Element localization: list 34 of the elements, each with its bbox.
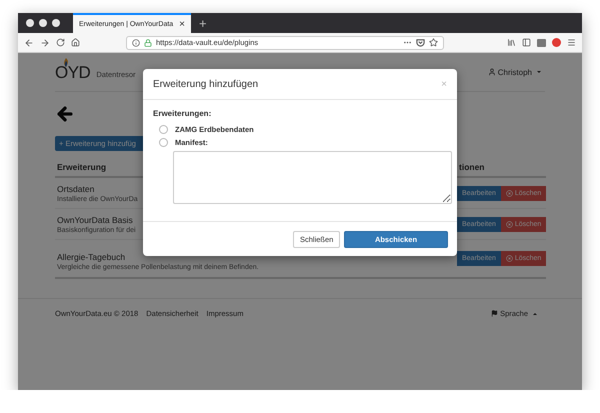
modal-title: Erweiterung hinzufügen [153, 78, 258, 90]
lock-icon [144, 38, 152, 46]
star-icon[interactable] [429, 38, 438, 47]
manifest-input-field[interactable] [173, 151, 452, 204]
circle-x-icon [506, 255, 513, 262]
library-icon[interactable] [507, 38, 516, 47]
caret-icon [533, 312, 537, 314]
back-arrow-icon[interactable] [55, 104, 75, 124]
circle-x-icon [506, 220, 513, 228]
info-icon[interactable] [132, 38, 140, 46]
back-icon[interactable] [24, 38, 34, 48]
user-icon [488, 68, 496, 76]
caret-icon [537, 71, 541, 73]
circle-x-icon [506, 190, 513, 196]
home-icon[interactable] [71, 38, 80, 47]
user-menu[interactable]: Christoph [488, 68, 541, 76]
extension-name: Ortsdaten [56, 183, 96, 194]
sidebar-icon[interactable] [522, 38, 531, 47]
radio-button[interactable] [159, 125, 168, 134]
field-label: Erweiterungen: [153, 109, 212, 118]
radio-button[interactable] [159, 138, 168, 147]
tab-close-button[interactable]: × [179, 18, 185, 30]
extension-name: Allergie-Tagebuch [56, 251, 126, 262]
shield-icon[interactable] [416, 38, 425, 47]
adblock-icon[interactable] [552, 38, 561, 47]
flag-icon [491, 310, 498, 317]
reload-icon[interactable] [56, 38, 65, 47]
logo-text[interactable]: OYD [55, 64, 90, 80]
extension-name: OwnYourData Basis [56, 214, 134, 225]
forward-icon[interactable] [40, 38, 50, 48]
new-tab-button[interactable]: + [191, 13, 215, 33]
menu-icon[interactable] [567, 38, 576, 47]
extension-icon[interactable] [537, 38, 546, 46]
flame-icon [63, 58, 69, 66]
